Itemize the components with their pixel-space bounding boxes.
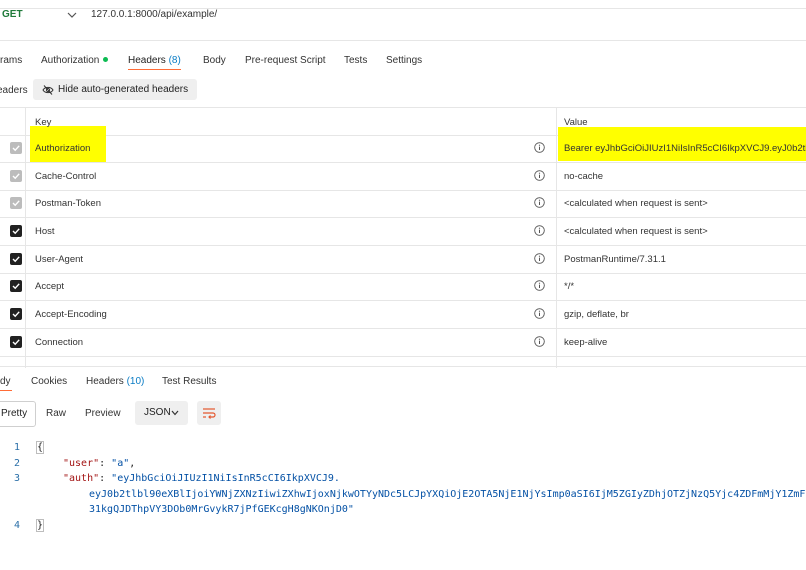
info-icon[interactable] <box>534 170 545 181</box>
pretty-label: Pretty <box>1 408 28 419</box>
info-icon[interactable] <box>534 225 545 236</box>
hide-auto-headers-button[interactable]: Hide auto-generated headers <box>33 79 197 100</box>
info-icon[interactable] <box>534 253 545 264</box>
tab-response-headers-label: Headers <box>86 376 124 387</box>
info-icon[interactable] <box>534 308 545 319</box>
tab-body[interactable]: Body <box>203 55 226 66</box>
row-checkbox[interactable] <box>10 336 22 348</box>
json-value: "eyJhbGciOiJIUzI1NiIsInR5cCI6IkpXVCJ9. <box>111 473 340 484</box>
header-value[interactable]: PostmanRuntime/7.31.1 <box>564 254 666 265</box>
header-key[interactable]: Authorization <box>35 143 90 154</box>
header-key[interactable]: Connection <box>35 337 83 348</box>
row-checkbox[interactable] <box>10 142 22 154</box>
tab-params[interactable]: rams <box>0 55 22 66</box>
info-icon[interactable] <box>534 142 545 153</box>
tab-cookies[interactable]: Cookies <box>31 376 67 387</box>
table-row: Host <calculated when request is sent> <box>0 218 806 246</box>
table-row: User-Agent PostmanRuntime/7.31.1 <box>0 246 806 274</box>
column-header-key: Key <box>35 117 52 128</box>
wrap-lines-icon <box>203 408 216 419</box>
tab-headers[interactable]: Headers (8) <box>128 55 181 66</box>
header-key[interactable]: User-Agent <box>35 254 83 265</box>
row-checkbox[interactable] <box>10 225 22 237</box>
tab-response-headers-count: (10) <box>126 376 145 387</box>
active-tab-indicator <box>128 69 181 70</box>
info-icon[interactable] <box>534 197 545 208</box>
header-key[interactable]: Host <box>35 226 55 237</box>
column-divider[interactable] <box>556 108 557 368</box>
headers-label: eaders <box>0 85 28 96</box>
line-number: 3 <box>14 473 21 484</box>
tab-test-results[interactable]: Test Results <box>162 376 216 387</box>
tab-prerequest-script[interactable]: Pre-request Script <box>245 55 326 66</box>
eye-off-icon <box>42 85 54 95</box>
line-number: 2 <box>14 458 21 469</box>
chevron-down-icon <box>171 410 179 416</box>
tab-response-headers[interactable]: Headers (10) <box>86 376 144 387</box>
header-key[interactable]: Accept-Encoding <box>35 309 107 320</box>
pretty-button[interactable]: Pretty <box>0 401 36 427</box>
hide-auto-headers-label: Hide auto-generated headers <box>58 84 189 95</box>
preview-button[interactable]: Preview <box>85 408 121 419</box>
json-close-brace: } <box>35 519 45 532</box>
header-value[interactable]: <calculated when request is sent> <box>564 226 708 237</box>
json-line-user: "user": "a", <box>63 458 136 469</box>
header-value[interactable]: gzip, deflate, br <box>564 309 629 320</box>
info-icon[interactable] <box>534 336 545 347</box>
url-input[interactable]: 127.0.0.1:8000/api/example/ <box>91 9 217 20</box>
wrap-lines-button[interactable] <box>197 401 221 425</box>
tab-response-body[interactable]: dy <box>0 376 11 387</box>
header-key[interactable]: Accept <box>35 281 64 292</box>
json-value-cont: eyJ0b2tlbl90eXBlIjoiYWNjZXNzIiwiZXhwIjox… <box>89 489 806 500</box>
header-value[interactable]: <calculated when request is sent> <box>564 198 708 209</box>
json-key: "auth" <box>63 473 100 484</box>
row-checkbox[interactable] <box>10 197 22 209</box>
column-divider <box>25 108 26 368</box>
json-key: "user" <box>63 458 100 469</box>
header-key[interactable]: Cache-Control <box>35 171 96 182</box>
headers-table: Key Value Authorization Bearer eyJhbGciO… <box>0 107 806 368</box>
tab-headers-count: (8) <box>168 55 181 66</box>
header-value[interactable]: Bearer eyJhbGciOiJIUzI1NiIsInR5cCI6IkpXV… <box>564 143 806 154</box>
row-checkbox[interactable] <box>10 170 22 182</box>
table-row: Authorization Bearer eyJhbGciOiJIUzI1NiI… <box>0 127 806 163</box>
header-value[interactable]: no-cache <box>564 171 603 182</box>
row-checkbox[interactable] <box>10 253 22 265</box>
header-key[interactable]: Postman-Token <box>35 198 101 209</box>
auth-status-dot <box>103 57 109 62</box>
table-row: Postman-Token <calculated when request i… <box>0 190 806 218</box>
header-value[interactable]: */* <box>564 281 574 292</box>
table-row: Accept */* <box>0 273 806 301</box>
response-divider[interactable] <box>0 366 806 367</box>
tab-authorization[interactable]: Authorization <box>41 55 109 66</box>
tab-tests[interactable]: Tests <box>344 55 367 66</box>
table-row: Cache-Control no-cache <box>0 163 806 191</box>
line-number: 1 <box>14 442 21 453</box>
row-checkbox[interactable] <box>10 308 22 320</box>
json-open-brace: { <box>35 441 45 454</box>
method-select[interactable]: GET <box>2 9 23 20</box>
table-row: Connection keep-alive <box>0 329 806 357</box>
header-value[interactable]: keep-alive <box>564 337 607 348</box>
json-value: "a" <box>111 458 130 469</box>
json-line-auth: "auth": "eyJhbGciOiJIUzI1NiIsInR5cCI6Ikp… <box>63 473 340 484</box>
tab-authorization-label: Authorization <box>41 55 100 66</box>
table-row: Accept-Encoding gzip, deflate, br <box>0 301 806 329</box>
format-label: JSON <box>144 407 171 418</box>
active-response-tab-indicator <box>0 390 12 391</box>
format-select[interactable]: JSON <box>135 401 188 425</box>
json-value-cont: 31kgQJDThpVY3DOb0MrGvykR7jPfGEKcgH8gNKOn… <box>89 504 354 515</box>
info-icon[interactable] <box>534 280 545 291</box>
raw-button[interactable]: Raw <box>46 408 66 419</box>
row-checkbox[interactable] <box>10 280 22 292</box>
tab-settings[interactable]: Settings <box>386 55 422 66</box>
tab-headers-label: Headers <box>128 55 166 66</box>
chevron-down-icon[interactable] <box>66 9 78 21</box>
line-number: 4 <box>14 520 21 531</box>
